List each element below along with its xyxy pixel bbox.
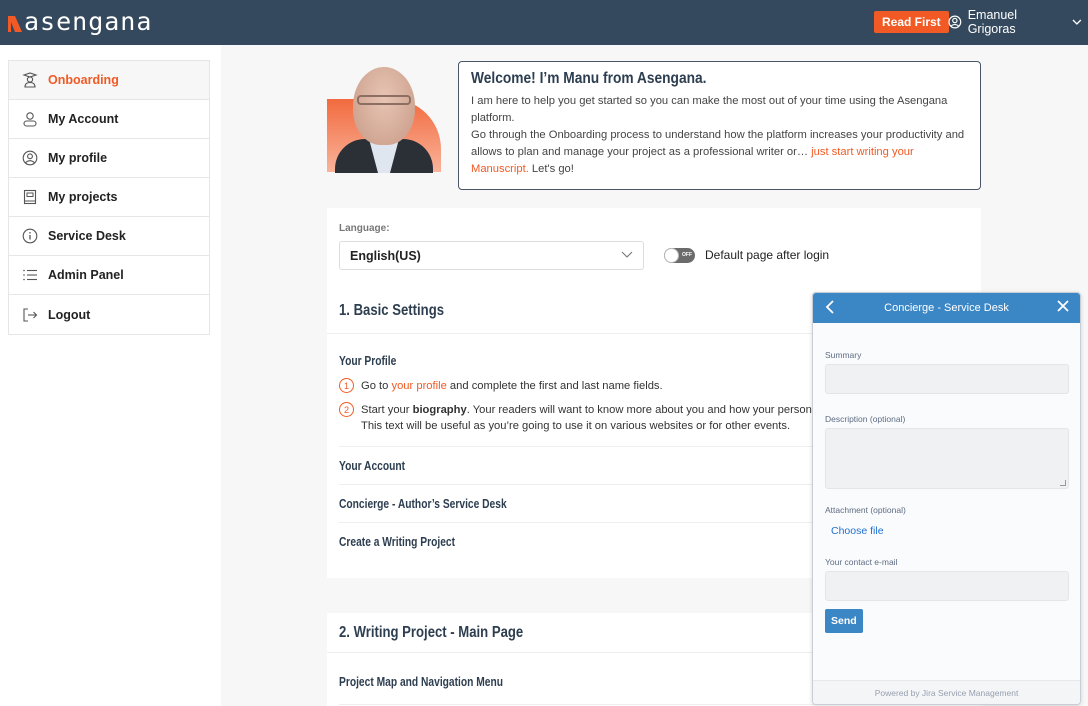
attachment-label: Attachment (optional) bbox=[825, 505, 906, 515]
user-circle-icon bbox=[21, 149, 39, 167]
email-label: Your contact e-mail bbox=[825, 557, 898, 567]
toggle-state: OFF bbox=[682, 252, 692, 258]
description-label: Description (optional) bbox=[825, 414, 906, 424]
sidebar-item-label: Admin Panel bbox=[48, 268, 124, 282]
user-menu[interactable]: Emanuel Grigoras bbox=[948, 8, 1088, 36]
sidebar-item-my-projects[interactable]: My projects bbox=[9, 178, 209, 217]
language-select[interactable]: English(US) bbox=[339, 241, 644, 270]
widget-title: Concierge - Service Desk bbox=[884, 302, 1009, 314]
widget-footer: Powered by Jira Service Management bbox=[813, 680, 1080, 704]
choose-file-button[interactable]: Choose file bbox=[831, 525, 884, 537]
sidebar-item-my-profile[interactable]: My profile bbox=[9, 139, 209, 178]
back-icon[interactable] bbox=[825, 299, 835, 315]
widget-header: Concierge - Service Desk bbox=[813, 293, 1080, 323]
logo[interactable]: asengana bbox=[8, 7, 152, 37]
sidebar-item-service-desk[interactable]: Service Desk bbox=[9, 217, 209, 256]
chevron-down-icon bbox=[621, 251, 633, 258]
top-bar: asengana Read First Emanuel Grigoras bbox=[0, 0, 1088, 45]
sidebar-nav: Onboarding My Account My profile My proj… bbox=[8, 60, 210, 335]
service-desk-widget: Concierge - Service Desk Summary Descrip… bbox=[812, 292, 1081, 705]
sidebar-item-label: My Account bbox=[48, 112, 119, 126]
sidebar-item-my-account[interactable]: My Account bbox=[9, 100, 209, 139]
book-icon bbox=[21, 188, 39, 206]
logout-icon bbox=[21, 306, 39, 324]
welcome-paragraph-2: Go through the Onboarding process to und… bbox=[471, 129, 965, 175]
info-icon bbox=[21, 227, 39, 245]
summary-input[interactable] bbox=[825, 364, 1069, 394]
summary-label: Summary bbox=[825, 350, 862, 360]
default-page-toggle[interactable]: OFF bbox=[664, 248, 695, 263]
welcome-title: Welcome! I’m Manu from Asengana. bbox=[471, 70, 707, 87]
read-first-button[interactable]: Read First bbox=[874, 11, 949, 33]
language-value: English(US) bbox=[350, 248, 421, 263]
your-profile-title[interactable]: Your Profile bbox=[339, 354, 396, 368]
sidebar-item-onboarding[interactable]: Onboarding bbox=[9, 61, 209, 100]
email-input[interactable] bbox=[825, 571, 1069, 601]
logo-text: asengana bbox=[24, 7, 153, 36]
language-label: Language: bbox=[339, 223, 390, 234]
chevron-down-icon bbox=[1072, 19, 1082, 25]
graduate-icon bbox=[21, 71, 39, 89]
logo-mark-icon bbox=[8, 15, 22, 32]
toggle-label: Default page after login bbox=[705, 248, 830, 262]
sidebar-item-admin-panel[interactable]: Admin Panel bbox=[9, 256, 209, 295]
language-settings: Language: English(US) OFF Default page a… bbox=[327, 208, 981, 288]
step-number: 2 bbox=[339, 402, 354, 417]
description-textarea[interactable] bbox=[825, 428, 1069, 489]
send-button[interactable]: Send bbox=[825, 609, 863, 633]
close-icon[interactable] bbox=[1056, 299, 1070, 313]
step-number: 1 bbox=[339, 378, 354, 393]
welcome-card: Welcome! I’m Manu from Asengana. I am he… bbox=[458, 61, 981, 190]
guide-avatar bbox=[327, 65, 441, 173]
sidebar-item-label: Service Desk bbox=[48, 229, 126, 243]
sidebar-item-label: My projects bbox=[48, 190, 118, 204]
sidebar-item-label: My profile bbox=[48, 151, 108, 165]
user-circle-icon bbox=[948, 15, 962, 29]
welcome-paragraph-1: I am here to help you get started so you… bbox=[471, 95, 948, 124]
widget-form: Summary Description (optional) Attachmen… bbox=[813, 350, 1080, 633]
user-name: Emanuel Grigoras bbox=[967, 8, 1018, 36]
your-profile-link[interactable]: your profile bbox=[391, 380, 446, 392]
resize-handle[interactable] bbox=[1060, 480, 1066, 486]
user-icon bbox=[21, 110, 39, 128]
list-icon bbox=[21, 266, 39, 284]
sidebar-item-label: Logout bbox=[48, 307, 91, 322]
sidebar-item-label: Onboarding bbox=[48, 73, 119, 87]
sidebar-item-logout[interactable]: Logout bbox=[9, 295, 209, 334]
